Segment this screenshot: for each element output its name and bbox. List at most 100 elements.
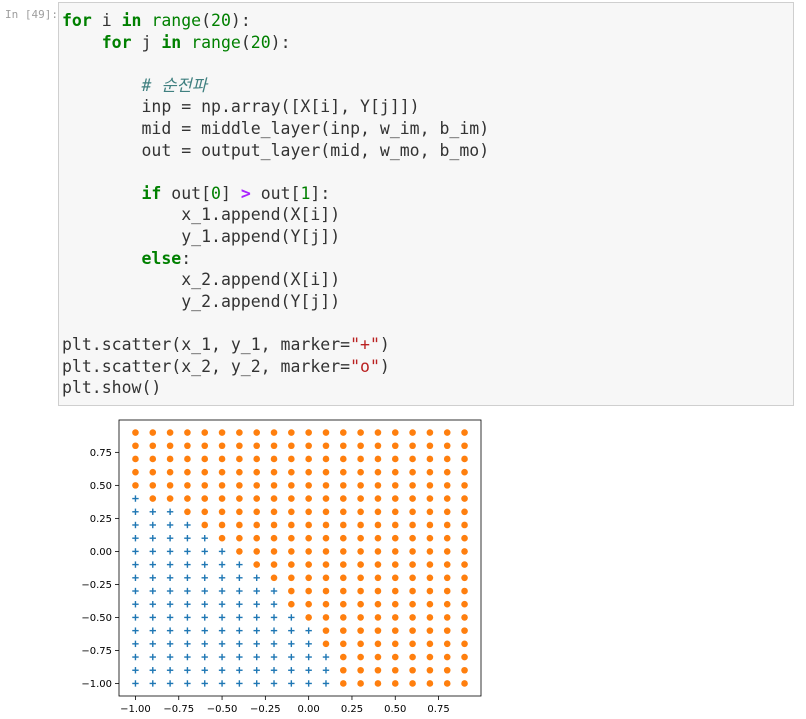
scatter-point-circle [426,614,434,621]
scatter-point-circle [270,482,278,489]
scatter-point-circle [391,442,399,450]
scatter-point-circle [443,429,451,436]
scatter-point-circle [409,495,416,502]
scatter-point-circle [201,429,209,436]
code-cell-input[interactable]: for i in range(20): for j in range(20):​… [58,2,794,406]
scatter-point-circle [374,442,382,450]
scatter-point-circle [461,495,468,502]
scatter-point-circle [409,600,416,608]
scatter-point-circle [201,508,209,516]
scatter-point-circle [253,561,260,568]
x-tick-label: 0.25 [341,704,363,715]
code-line[interactable]: plt.scatter(x_1, y_1, marker="+") [62,334,489,356]
scatter-point-circle [374,666,382,674]
code-line[interactable]: # 순전파 [62,75,489,97]
scatter-point-circle [132,482,139,489]
scatter-point-circle [426,468,434,476]
scatter-point-circle [149,429,157,436]
scatter-point-circle [461,508,468,516]
scatter-point-circle [218,521,226,529]
scatter-point-circle [426,666,434,674]
scatter-point-circle [322,508,330,516]
code-line[interactable]: x_2.append(X[i]) [62,269,489,291]
scatter-point-circle [288,508,295,516]
scatter-point-circle [443,666,451,674]
scatter-point-circle [184,468,191,476]
scatter-point-circle [409,653,416,661]
scatter-point-circle [426,521,434,529]
scatter-point-circle [357,495,364,502]
scatter-point-circle [340,614,347,621]
scatter-point-circle [149,495,157,502]
code-line[interactable]: ​ [62,312,489,334]
scatter-point-circle [357,587,364,595]
scatter-point-circle [443,640,451,648]
scatter-point-circle [132,429,139,436]
scatter-point-circle [201,482,209,489]
scatter-point-circle [322,614,330,621]
scatter-point-circle [391,600,399,608]
scatter-point-circle [253,429,260,436]
code-line[interactable]: out = output_layer(mid, w_mo, b_mo) [62,140,489,162]
scatter-point-circle [340,548,347,555]
scatter-point-circle [340,600,347,608]
scatter-point-circle [357,680,364,687]
scatter-point-circle [374,429,382,436]
scatter-point-circle [409,534,416,542]
scatter-point-circle [218,508,226,516]
scatter-point-circle [357,561,364,568]
scatter-point-circle [409,574,416,582]
scatter-point-circle [340,640,347,648]
scatter-point-circle [374,614,382,621]
scatter-point-circle [340,574,347,582]
code-line[interactable]: inp = np.array([X[i], Y[j]]) [62,96,489,118]
scatter-point-circle [201,442,209,450]
scatter-point-circle [322,442,330,450]
code-editor[interactable]: for i in range(20): for j in range(20):​… [62,10,489,399]
x-tick-label: −1.00 [120,704,151,715]
scatter-point-circle [184,442,191,450]
scatter-point-circle [443,600,451,608]
scatter-point-circle [374,468,382,476]
scatter-point-circle [166,482,174,489]
scatter-point-circle [409,587,416,595]
scatter-point-circle [357,429,364,436]
code-line[interactable]: y_2.append(Y[j]) [62,291,489,313]
scatter-point-circle [461,468,468,476]
scatter-point-circle [443,680,451,687]
scatter-point-circle [288,587,295,595]
scatter-point-circle [443,561,451,568]
scatter-point-circle [426,653,434,661]
scatter-point-circle [322,587,330,595]
code-line[interactable]: plt.show() [62,377,489,399]
code-line[interactable]: plt.scatter(x_2, y_2, marker="o") [62,356,489,378]
code-line[interactable]: y_1.append(Y[j]) [62,226,489,248]
code-line[interactable]: else: [62,248,489,270]
scatter-point-circle [391,429,399,436]
code-line[interactable]: for i in range(20): [62,10,489,32]
code-line[interactable]: x_1.append(X[i]) [62,204,489,226]
scatter-point-circle [149,442,157,450]
code-line[interactable]: mid = middle_layer(inp, w_im, b_im) [62,118,489,140]
x-tick-label: −0.50 [207,704,238,715]
scatter-point-circle [288,548,295,555]
code-line[interactable]: ​ [62,53,489,75]
code-line[interactable]: for j in range(20): [62,32,489,54]
scatter-point-circle [218,429,226,436]
scatter-point-circle [357,521,364,529]
scatter-point-circle [305,442,312,450]
scatter-point-circle [409,442,416,450]
scatter-point-circle [305,482,312,489]
scatter-point-circle [374,653,382,661]
scatter-point-circle [218,455,226,463]
scatter-point-circle [322,627,330,634]
scatter-point-circle [340,508,347,516]
code-line[interactable]: if out[0] > out[1]: [62,183,489,205]
scatter-point-circle [270,561,278,568]
scatter-point-circle [391,627,399,634]
scatter-point-circle [374,521,382,529]
code-line[interactable]: ​ [62,161,489,183]
scatter-point-circle [391,468,399,476]
scatter-point-circle [236,495,243,502]
y-tick-label: −1.00 [81,679,112,690]
